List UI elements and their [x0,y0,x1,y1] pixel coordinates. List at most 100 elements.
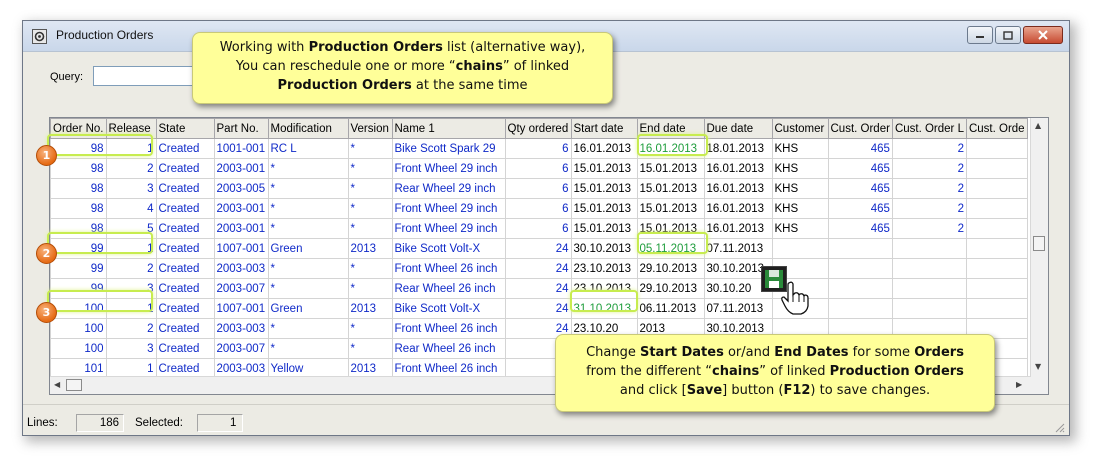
table-cell[interactable] [965,138,1028,159]
table-cell[interactable]: 06.11.2013 [636,298,705,319]
table-cell[interactable]: Created [155,298,215,319]
table-cell[interactable]: Created [155,218,215,239]
table-cell[interactable]: 100 [50,338,107,359]
table-cell[interactable]: * [267,198,349,219]
table-cell[interactable]: Bike Scott Volt-X [391,298,506,319]
table-cell[interactable]: 6 [504,158,572,179]
table-cell[interactable]: Created [155,158,215,179]
table-cell[interactable]: 16.01.2013 [703,218,773,239]
table-cell[interactable]: 2003-003 [213,318,269,339]
column-header[interactable]: Start date [570,118,638,139]
scroll-up-icon[interactable]: ▲ [1035,121,1041,130]
table-cell[interactable]: 24 [504,258,572,279]
table-cell[interactable]: 2 [891,158,967,179]
resize-grip-icon[interactable] [1053,421,1065,433]
table-cell[interactable]: 6 [504,218,572,239]
table-cell[interactable] [891,278,967,299]
table-row[interactable]: 99 2 Created 2003-003 * * Front Wheel 26 inch 2… [50,258,1028,279]
table-cell[interactable]: 15.01.2013 [636,178,705,199]
table-cell[interactable]: 2003-003 [213,258,269,279]
table-cell[interactable]: Created [155,338,215,359]
table-row[interactable]: 99 1 Created 1007-001 Green 2013 Bike Scott Vo… [50,238,1028,259]
table-cell[interactable]: Bike Scott Volt-X [391,238,506,259]
column-header[interactable]: Part No. [213,118,269,139]
table-cell[interactable]: 98 [50,198,107,219]
table-cell[interactable]: Green [267,298,349,319]
table-cell[interactable]: 6 [504,178,572,199]
table-cell[interactable]: 465 [827,138,893,159]
query-input[interactable] [93,66,203,86]
table-row[interactable]: 98 5 Created 2003-001 * * Front Wheel 29 inch 6… [50,218,1028,239]
table-cell[interactable]: Created [155,278,215,299]
table-cell[interactable] [965,158,1028,179]
table-cell[interactable] [965,238,1028,259]
scroll-left-icon[interactable]: ◀ [54,380,60,389]
column-header[interactable]: Cust. Order [827,118,893,139]
table-cell[interactable]: 4 [105,198,157,219]
table-cell[interactable] [965,278,1028,299]
table-cell[interactable]: 6 [504,138,572,159]
scroll-down-icon[interactable]: ▼ [1035,362,1041,371]
table-row[interactable]: 100 1 Created 1007-001 Green 2013 Bike Scott V… [50,298,1028,319]
table-cell[interactable]: Created [155,318,215,339]
table-row[interactable]: 98 1 Created 1001-001 RC L * Bike Scott Spark … [50,138,1028,159]
vertical-scrollbar[interactable]: ▲ ▼ [1030,118,1048,394]
table-cell[interactable]: Green [267,238,349,259]
table-cell[interactable]: KHS [771,198,829,219]
table-cell[interactable]: 2 [105,258,157,279]
table-cell[interactable]: 24 [504,278,572,299]
table-cell[interactable]: 2003-001 [213,198,269,219]
table-cell[interactable]: 1007-001 [213,298,269,319]
table-cell[interactable]: * [347,218,393,239]
table-cell[interactable]: * [347,158,393,179]
table-cell[interactable]: 24 [504,298,572,319]
table-cell[interactable]: 23.10.2013 [570,258,638,279]
table-cell[interactable]: 16.01.2013 [703,178,773,199]
table-cell[interactable]: 16.01.2013 [570,138,638,159]
table-cell[interactable]: Front Wheel 29 inch [391,198,506,219]
table-row[interactable]: 98 2 Created 2003-001 * * Front Wheel 29 inch 6… [50,158,1028,179]
table-cell[interactable]: 2003-001 [213,158,269,179]
column-header[interactable]: State [155,118,215,139]
table-cell[interactable] [827,298,893,319]
table-cell[interactable]: 2 [891,178,967,199]
table-cell[interactable]: 2013 [347,238,393,259]
column-header[interactable]: Modification [267,118,349,139]
table-cell[interactable] [827,278,893,299]
table-cell[interactable]: * [267,178,349,199]
horizontal-scroll-thumb[interactable] [66,379,82,391]
table-cell[interactable]: * [267,338,349,359]
table-cell[interactable]: 3 [105,178,157,199]
table-cell[interactable]: 1007-001 [213,238,269,259]
column-header[interactable]: Name 1 [391,118,506,139]
table-cell[interactable]: * [267,218,349,239]
table-cell[interactable]: Rear Wheel 26 inch [391,278,506,299]
table-cell[interactable]: * [267,158,349,179]
table-cell[interactable]: 2 [891,198,967,219]
column-header[interactable]: Due date [703,118,773,139]
table-cell[interactable]: 16.01.2013 [703,158,773,179]
table-cell[interactable]: Bike Scott Spark 29 [391,138,506,159]
table-cell[interactable]: Created [155,238,215,259]
table-cell[interactable]: 29.10.2013 [636,278,705,299]
table-cell[interactable]: Created [155,138,215,159]
table-cell[interactable]: * [347,338,393,359]
table-cell[interactable]: Rear Wheel 29 inch [391,178,506,199]
table-cell[interactable]: 2 [105,318,157,339]
column-header[interactable]: Qty ordered [504,118,572,139]
table-cell[interactable]: * [267,278,349,299]
table-cell[interactable]: 24 [504,238,572,259]
table-cell[interactable]: KHS [771,218,829,239]
table-cell[interactable] [965,298,1028,319]
table-cell[interactable] [771,238,829,259]
table-cell[interactable] [965,198,1028,219]
table-cell[interactable]: 18.01.2013 [703,138,773,159]
table-cell[interactable]: 30.10.2013 [570,238,638,259]
table-cell[interactable]: KHS [771,158,829,179]
table-cell[interactable]: Front Wheel 26 inch [391,318,506,339]
column-header[interactable]: Cust. Order L [891,118,967,139]
table-cell[interactable]: Created [155,258,215,279]
table-cell[interactable]: 15.01.2013 [570,198,638,219]
table-cell[interactable] [965,178,1028,199]
table-cell[interactable]: 2013 [347,298,393,319]
